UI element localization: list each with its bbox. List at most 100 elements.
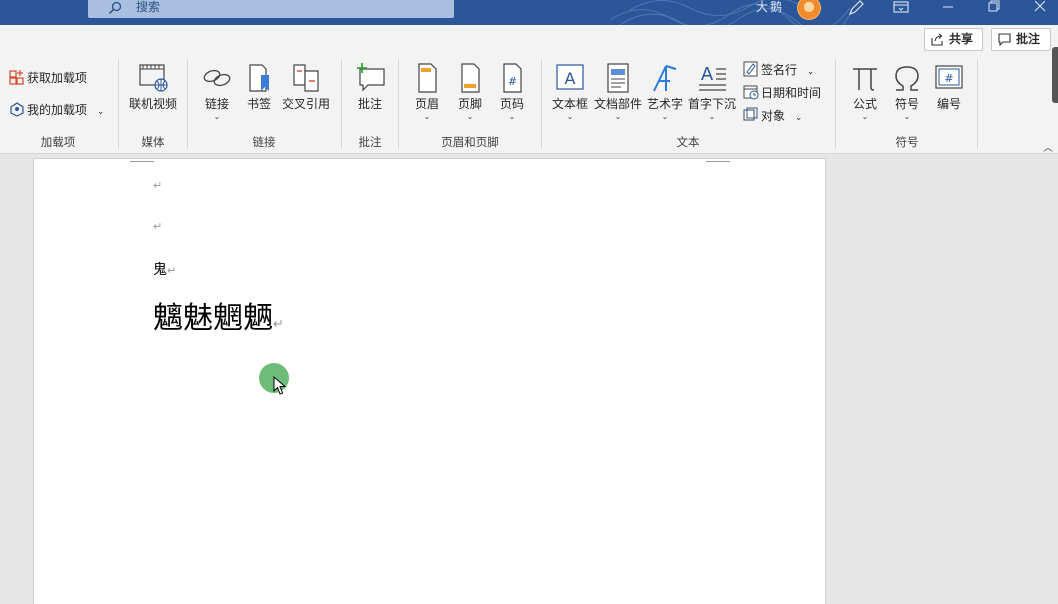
scroll-handle[interactable] <box>1052 47 1058 103</box>
textbox-button[interactable]: A 文本框 ⌄ <box>549 63 591 121</box>
paragraph-mark: ↵ <box>153 220 163 233</box>
online-video-button[interactable]: 联机视频 <box>126 63 180 112</box>
chevron-down-icon: ⌄ <box>903 112 911 121</box>
comments-label: 批注 <box>1016 32 1041 46</box>
comment-icon <box>998 33 1011 46</box>
collapse-ribbon-icon[interactable]: ︿ <box>1043 139 1053 154</box>
link-label: 链接 <box>204 97 229 111</box>
symbol-label: 符号 <box>894 97 919 111</box>
paragraph-mark: ↵ <box>153 179 163 192</box>
bookmark-icon <box>249 64 269 92</box>
signature-line-icon <box>743 61 758 77</box>
search-box[interactable]: 搜索 <box>88 0 454 18</box>
ribbon-insert: 共享 批注 获取加载项 我的加载项 ⌄ 加载项 联机视频 媒体 链接 ⌄ 书签 … <box>0 25 1058 154</box>
chevron-down-icon: ⌄ <box>213 112 221 121</box>
textbox-icon: A <box>556 64 584 90</box>
share-icon <box>931 33 943 46</box>
user-name[interactable]: 大鹅 <box>756 0 784 14</box>
page-number-label: 页码 <box>499 97 524 111</box>
quick-parts-button[interactable]: 文档部件 ⌄ <box>593 63 643 121</box>
equation-button[interactable]: 公式 ⌄ <box>846 63 884 121</box>
chevron-down-icon: ⌄ <box>794 113 803 123</box>
group-label-links: 链接 <box>252 135 276 149</box>
document-area: ↵ ↵ 鬼↵ 魑魅魍魉↵ <box>0 155 1058 604</box>
chevron-down-icon: ⌄ <box>96 107 105 117</box>
chevron-down-icon: ⌄ <box>861 112 869 121</box>
group-label-header-footer: 页眉和页脚 <box>441 135 499 149</box>
cross-reference-label: 交叉引用 <box>281 97 330 111</box>
footer-label: 页脚 <box>457 97 482 111</box>
close-icon[interactable] <box>1030 0 1050 16</box>
bookmark-button[interactable]: 书签 <box>243 63 275 112</box>
date-time-label: 日期和时间 <box>761 86 822 100</box>
chevron-down-icon: ⌄ <box>566 112 574 121</box>
quick-parts-label: 文档部件 <box>593 97 642 111</box>
share-button[interactable]: 共享 <box>924 28 983 51</box>
page-number-button[interactable]: # 页码 ⌄ <box>495 63 529 121</box>
group-label-addins: 加载项 <box>40 135 76 149</box>
margin-mark <box>130 158 154 162</box>
wordart-label: 艺术字 <box>646 97 683 111</box>
online-video-icon <box>139 64 168 92</box>
store-icon <box>9 70 24 85</box>
online-video-label: 联机视频 <box>128 97 177 111</box>
document-page[interactable]: ↵ ↵ 鬼↵ 魑魅魍魉↵ <box>33 158 826 604</box>
restore-icon[interactable] <box>984 0 1004 16</box>
symbol-button[interactable]: 符号 ⌄ <box>889 63 925 121</box>
date-time-button[interactable]: 日期和时间 <box>743 84 821 101</box>
get-addins-label: 获取加载项 <box>27 71 88 85</box>
group-divider <box>187 59 188 149</box>
paragraph-empty[interactable]: ↵ <box>153 177 162 193</box>
chevron-down-icon: ⌄ <box>661 112 669 121</box>
object-button[interactable]: 对象 ⌄ <box>743 107 802 126</box>
chevron-down-icon: ⌄ <box>806 67 815 77</box>
cross-reference-icon <box>293 64 319 92</box>
wordart-button[interactable]: 艺术字 ⌄ <box>645 63 685 121</box>
footer-button[interactable]: 页脚 ⌄ <box>452 63 488 121</box>
quick-parts-icon <box>607 63 629 93</box>
mouse-pointer-icon <box>273 376 287 395</box>
header-button[interactable]: 页眉 ⌄ <box>409 63 445 121</box>
get-addins-button[interactable]: 获取加载项 <box>9 69 87 86</box>
footer-icon <box>461 63 480 93</box>
margin-mark <box>706 158 730 162</box>
chevron-down-icon: ⌄ <box>423 112 431 121</box>
chevron-down-icon: ⌄ <box>508 112 516 121</box>
comments-button[interactable]: 批注 <box>991 28 1051 51</box>
link-icon <box>203 69 231 87</box>
ribbon-display-icon[interactable] <box>891 0 911 16</box>
paragraph-text: 魑魅魍魉 <box>153 301 273 336</box>
date-time-icon <box>743 85 759 100</box>
pi-icon <box>853 68 877 91</box>
signature-line-button[interactable]: 签名行 ⌄ <box>743 61 814 80</box>
minimize-icon[interactable] <box>938 0 958 16</box>
new-comment-label: 批注 <box>357 97 382 111</box>
new-comment-button[interactable]: 批注 <box>350 63 390 112</box>
cross-reference-button[interactable]: 交叉引用 <box>281 63 331 112</box>
header-label: 页眉 <box>414 97 439 111</box>
bookmark-label: 书签 <box>246 97 271 111</box>
my-addins-button[interactable]: 我的加载项 ⌄ <box>9 101 104 120</box>
equation-label: 公式 <box>852 97 877 111</box>
group-label-symbols: 符号 <box>895 135 919 149</box>
group-label-media: 媒体 <box>141 135 165 149</box>
paragraph-empty[interactable]: ↵ <box>153 218 162 234</box>
share-label: 共享 <box>949 32 974 46</box>
pen-icon[interactable] <box>846 0 866 16</box>
textbox-label: 文本框 <box>551 97 588 111</box>
my-addins-label: 我的加载项 <box>27 103 88 117</box>
number-label: 编号 <box>936 97 961 111</box>
group-divider <box>977 59 978 149</box>
search-placeholder: 搜索 <box>136 0 161 14</box>
link-button[interactable]: 链接 ⌄ <box>198 63 236 121</box>
object-label: 对象 <box>761 109 786 123</box>
number-button[interactable]: # 编号 <box>931 63 967 112</box>
svg-text:#: # <box>944 72 953 85</box>
object-icon <box>743 107 758 121</box>
new-comment-icon <box>357 63 385 92</box>
group-label-text: 文本 <box>676 135 700 149</box>
drop-cap-button[interactable]: A 首字下沉 ⌄ <box>687 63 737 121</box>
paragraph-mark: ↵ <box>273 317 284 332</box>
paragraph-ghost[interactable]: 鬼↵ <box>153 259 176 279</box>
paragraph-large[interactable]: 魑魅魍魉↵ <box>153 299 284 345</box>
